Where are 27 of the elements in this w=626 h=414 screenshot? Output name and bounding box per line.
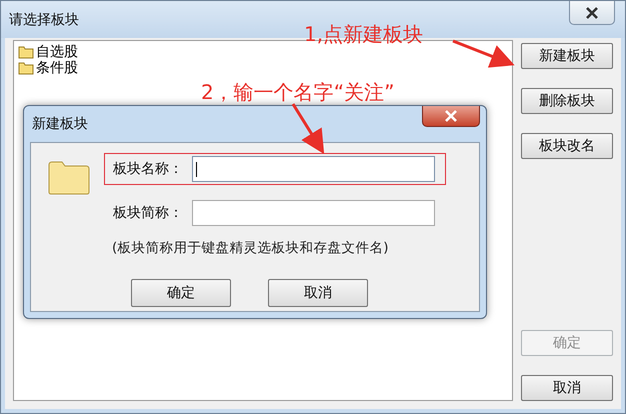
side-button[interactable]: 板块改名 [521, 133, 613, 159]
list-item[interactable]: 条件股 [36, 59, 78, 77]
text-cursor [196, 162, 198, 176]
side-button[interactable]: 删除板块 [521, 88, 613, 114]
input-field[interactable] [192, 156, 435, 182]
field-label: 板块简称： [113, 204, 184, 222]
folder-icon [48, 161, 90, 195]
field-label: 板块名称： [113, 160, 184, 178]
folder-icon [18, 45, 34, 59]
side-button[interactable]: 取消 [521, 375, 613, 401]
annotation-text: 1,点新建板块 [304, 21, 424, 48]
arrow [452, 40, 515, 68]
list-item[interactable]: 自选股 [36, 43, 78, 61]
hint-text: (板块简称用于键盘精灵选板块和存盘文件名) [111, 239, 390, 257]
close-button[interactable] [422, 106, 480, 127]
dialog-title: 新建板块 [32, 115, 88, 133]
folder-icon [18, 61, 34, 75]
dialog-button[interactable]: 确定 [131, 279, 231, 307]
dialog-button[interactable]: 取消 [268, 279, 368, 307]
close-icon [585, 6, 599, 18]
window-title: 请选择板块 [9, 10, 79, 28]
close-icon [444, 110, 458, 122]
arrow [292, 103, 324, 154]
input-field[interactable] [192, 200, 435, 226]
annotation-text: 2，输一个名字“关注” [201, 79, 394, 106]
close-button[interactable] [569, 1, 615, 25]
side-button[interactable]: 新建板块 [521, 43, 613, 69]
